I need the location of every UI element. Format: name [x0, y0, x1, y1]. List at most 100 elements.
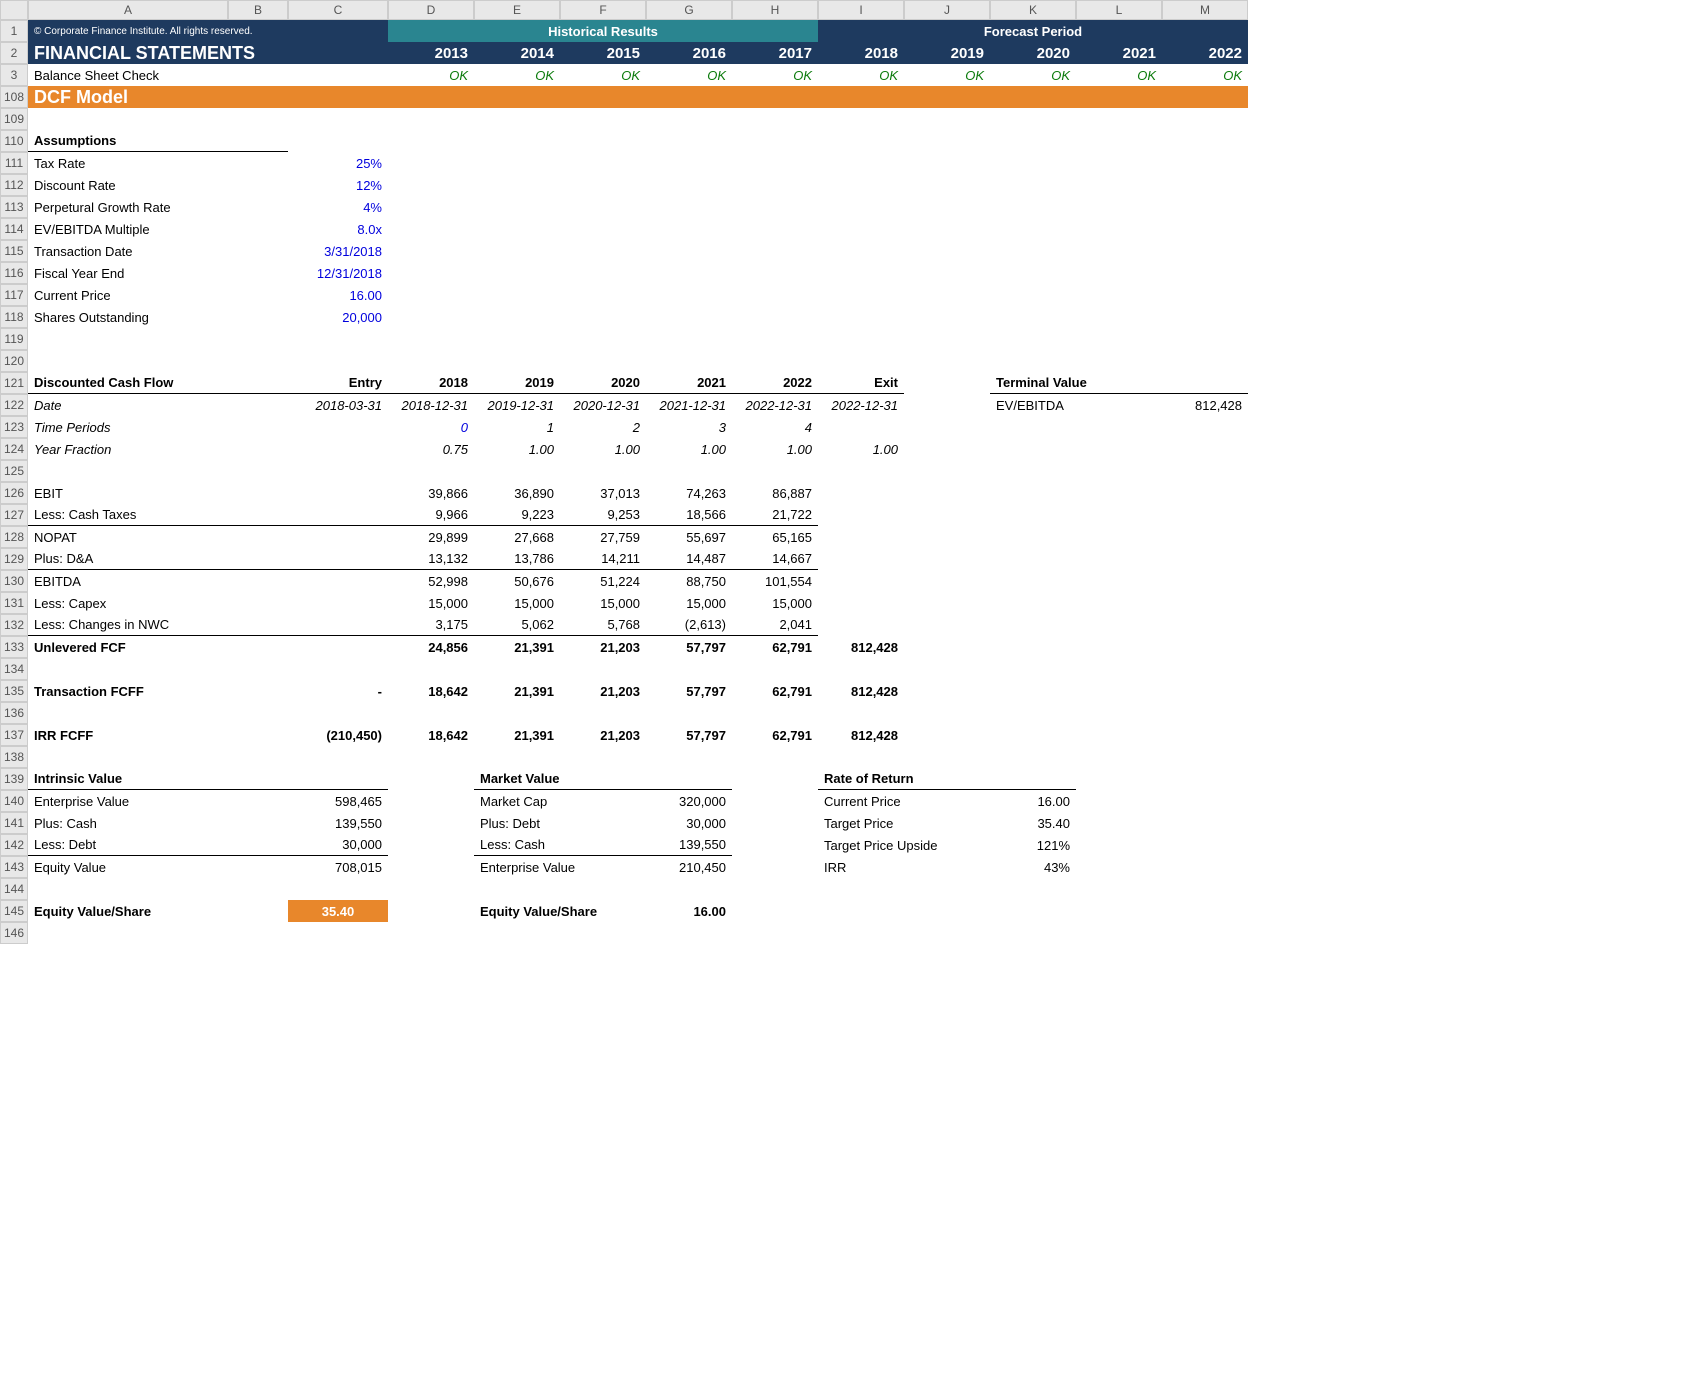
year-fraction-exit: 1.00: [818, 438, 904, 460]
row-header: 1: [0, 20, 28, 42]
terminal-value-header: Terminal Value: [990, 372, 1248, 394]
ror-row-label: Target Price Upside: [818, 834, 990, 856]
market-header: Market Value: [474, 768, 732, 790]
assumption-value[interactable]: 12/31/2018: [288, 262, 388, 284]
dcf-header: Discounted Cash Flow: [28, 372, 288, 394]
ok-status: OK: [1076, 64, 1162, 86]
assumption-value[interactable]: 8.0x: [288, 218, 388, 240]
row-header: 113: [0, 196, 28, 218]
year-fraction: 1.00: [474, 438, 560, 460]
line-value: 14,487: [646, 548, 732, 570]
row-header: 136: [0, 702, 28, 724]
date-value: 2021-12-31: [646, 394, 732, 416]
dcf-year: 2018: [388, 372, 474, 394]
ok-status: OK: [474, 64, 560, 86]
row-header: 124: [0, 438, 28, 460]
tfcff-entry: -: [288, 680, 388, 702]
intrinsic-row-value: 708,015: [288, 856, 388, 878]
evps-label: Equity Value/Share: [28, 900, 288, 922]
row-header: 131: [0, 592, 28, 614]
irrfcff-value: 57,797: [646, 724, 732, 746]
ufcf-value: 21,203: [560, 636, 646, 658]
assumption-label: Transaction Date: [28, 240, 288, 262]
dcf-year: 2022: [732, 372, 818, 394]
market-row-label: Less: Cash: [474, 834, 646, 856]
row-header: 139: [0, 768, 28, 790]
irrfcff-exit: 812,428: [818, 724, 904, 746]
tfcff-exit: 812,428: [818, 680, 904, 702]
intrinsic-header: Intrinsic Value: [28, 768, 388, 790]
market-row-label: Enterprise Value: [474, 856, 646, 878]
assumption-value[interactable]: 4%: [288, 196, 388, 218]
line-value: 37,013: [560, 482, 646, 504]
line-label: EBIT: [28, 482, 288, 504]
year-header: 2013: [388, 42, 474, 64]
irrfcff-label: IRR FCFF: [28, 724, 288, 746]
assumption-value[interactable]: 12%: [288, 174, 388, 196]
historical-header: Historical Results: [388, 20, 818, 42]
row-header: 122: [0, 394, 28, 416]
line-value: 21,722: [732, 504, 818, 526]
row-header: 116: [0, 262, 28, 284]
intrinsic-row-value: 139,550: [288, 812, 388, 834]
line-value: 74,263: [646, 482, 732, 504]
year-header: 2018: [818, 42, 904, 64]
time-period: 1: [474, 416, 560, 438]
line-label: Less: Capex: [28, 592, 288, 614]
row-header: 140: [0, 790, 28, 812]
dcf-banner: DCF Model: [28, 86, 1248, 108]
line-value: 55,697: [646, 526, 732, 548]
col-header: J: [904, 0, 990, 20]
line-value: 86,887: [732, 482, 818, 504]
copyright: © Corporate Finance Institute. All right…: [28, 20, 388, 42]
line-value: 51,224: [560, 570, 646, 592]
line-label: EBITDA: [28, 570, 288, 592]
line-value: 3,175: [388, 614, 474, 636]
market-row-label: Plus: Debt: [474, 812, 646, 834]
row-header: 134: [0, 658, 28, 680]
line-value: 50,676: [474, 570, 560, 592]
assumption-label: Shares Outstanding: [28, 306, 288, 328]
time-period: 3: [646, 416, 732, 438]
year-header: 2016: [646, 42, 732, 64]
assumption-label: EV/EBITDA Multiple: [28, 218, 288, 240]
year-fraction: 0.75: [388, 438, 474, 460]
market-evps-value: 16.00: [646, 900, 732, 922]
date-value: 2020-12-31: [560, 394, 646, 416]
row-header: 132: [0, 614, 28, 636]
assumption-value[interactable]: 20,000: [288, 306, 388, 328]
row-header: 115: [0, 240, 28, 262]
year-fraction: 1.00: [732, 438, 818, 460]
col-header: K: [990, 0, 1076, 20]
ror-row-value: 16.00: [990, 790, 1076, 812]
row-header: 111: [0, 152, 28, 174]
ufcf-label: Unlevered FCF: [28, 636, 288, 658]
col-header: D: [388, 0, 474, 20]
col-header: A: [28, 0, 228, 20]
year-fraction-label: Year Fraction: [28, 438, 288, 460]
date-value: 2019-12-31: [474, 394, 560, 416]
ufcf-value: 57,797: [646, 636, 732, 658]
row-header: 3: [0, 64, 28, 86]
line-value: 5,768: [560, 614, 646, 636]
row-header: 108: [0, 86, 28, 108]
exit-header: Exit: [818, 372, 904, 394]
intrinsic-row-value: 598,465: [288, 790, 388, 812]
intrinsic-row-value: 30,000: [288, 834, 388, 856]
assumption-label: Current Price: [28, 284, 288, 306]
row-header: 144: [0, 878, 28, 900]
row-header: 117: [0, 284, 28, 306]
ror-row-label: Current Price: [818, 790, 990, 812]
assumption-value[interactable]: 16.00: [288, 284, 388, 306]
col-header: I: [818, 0, 904, 20]
row-header: 128: [0, 526, 28, 548]
row-header: 118: [0, 306, 28, 328]
row-header: 138: [0, 746, 28, 768]
dcf-year: 2020: [560, 372, 646, 394]
line-value: 39,866: [388, 482, 474, 504]
entry-header: Entry: [288, 372, 388, 394]
irrfcff-value: 21,203: [560, 724, 646, 746]
assumption-value[interactable]: 25%: [288, 152, 388, 174]
irrfcff-value: 21,391: [474, 724, 560, 746]
assumption-value[interactable]: 3/31/2018: [288, 240, 388, 262]
